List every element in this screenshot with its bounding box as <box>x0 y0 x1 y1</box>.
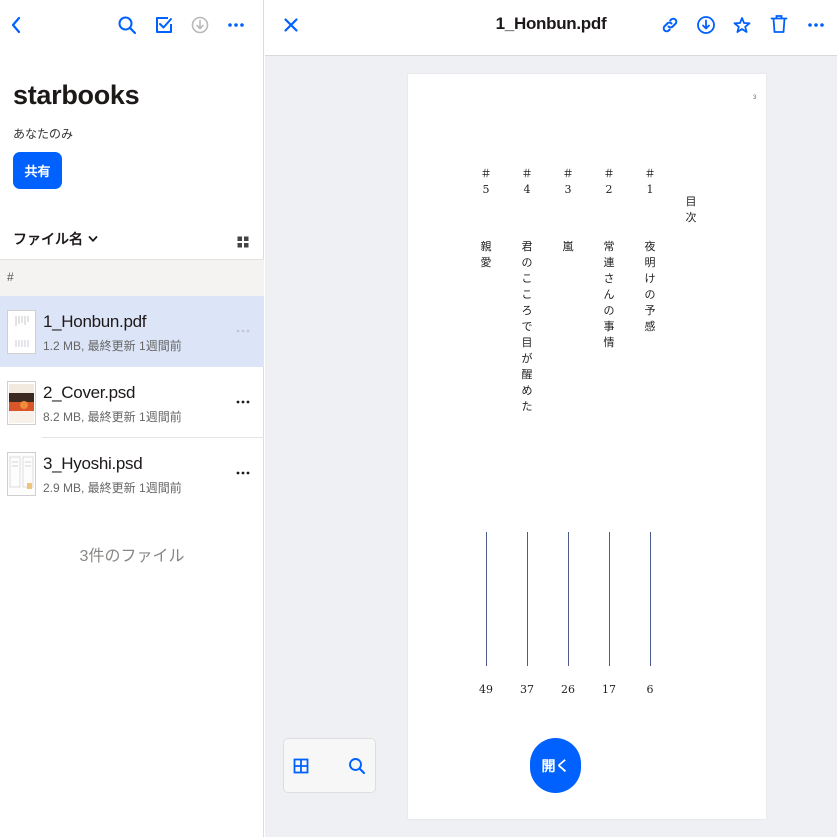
file-name: 1_Honbun.pdf <box>43 312 147 331</box>
toc-title: 嵐 <box>562 240 574 253</box>
toc-page: 37 <box>520 683 534 696</box>
file-meta: 8.2 MB, 最終更新 1週間前 <box>43 410 182 424</box>
sort-by-name-button[interactable]: ファイル名 <box>13 229 98 249</box>
trash-icon <box>770 15 788 33</box>
chevron-down-icon <box>88 236 98 242</box>
toc-mark: ＃5 <box>480 167 492 196</box>
file-row-hyoshi[interactable]: 3_Hyoshi.psd 2.9 MB, 最終更新 1週間前 <box>0 438 264 509</box>
download-button[interactable] <box>187 12 213 38</box>
search-icon <box>349 758 366 775</box>
toc-title: 親愛 <box>480 240 492 269</box>
more-horizontal-icon <box>228 23 244 27</box>
grid-view-icon <box>237 236 249 248</box>
more-horizontal-icon <box>236 400 250 404</box>
download-icon <box>191 16 209 34</box>
psd-thumbnail <box>7 381 36 425</box>
section-header-label: # <box>7 270 14 284</box>
pdf-page: 3 目次 ＃1 夜明けの予感 6 ＃2 常連さんの事情 17 ＃3 嵐 26 ＃… <box>408 74 766 819</box>
grid-view-toggle[interactable] <box>230 229 256 255</box>
more-horizontal-icon <box>808 23 824 27</box>
file-name: 2_Cover.psd <box>43 383 136 402</box>
file-more-button[interactable] <box>232 322 254 340</box>
file-more-button[interactable] <box>232 393 254 411</box>
select-button[interactable] <box>151 12 177 38</box>
chevron-left-icon <box>11 16 21 34</box>
toc-leader-line <box>486 532 487 666</box>
folder-title: starbooks <box>13 80 140 110</box>
open-button[interactable]: 開く <box>530 738 581 793</box>
browser-toolbar <box>0 0 264 52</box>
toc-title: 君のこころで目が醒めた <box>521 240 533 413</box>
copy-link-button[interactable] <box>657 12 683 38</box>
file-row-honbun[interactable]: 1_Honbun.pdf 1.2 MB, 最終更新 1週間前 <box>0 296 264 367</box>
file-list: 1_Honbun.pdf 1.2 MB, 最終更新 1週間前 2_Cover.p… <box>0 296 264 509</box>
viewer-toolbar: 1_Honbun.pdf <box>265 0 837 56</box>
viewer-bottom-tools <box>283 738 376 793</box>
sharing-status: あなたのみ <box>13 127 74 141</box>
close-button[interactable] <box>278 12 304 38</box>
search-icon <box>118 16 137 35</box>
toc-leader-line <box>568 532 569 666</box>
file-meta: 2.9 MB, 最終更新 1週間前 <box>43 481 182 495</box>
toc-mark: ＃2 <box>603 167 615 196</box>
find-in-document-button[interactable] <box>344 753 370 779</box>
file-more-button[interactable] <box>232 464 254 482</box>
file-name: 3_Hyoshi.psd <box>43 454 143 473</box>
toc-mark: ＃3 <box>562 167 574 196</box>
toc-leader-line <box>650 532 651 666</box>
checkbox-select-icon <box>156 17 172 33</box>
file-count: 3件のファイル <box>79 548 185 565</box>
delete-button[interactable] <box>766 11 792 37</box>
file-meta: 1.2 MB, 最終更新 1週間前 <box>43 339 182 353</box>
toc-title: 夜明けの予感 <box>644 240 656 333</box>
pdf-viewer-pane: 1_Honbun.pdf 3 目次 ＃1 夜明けの予感 6 ＃2 常連さんの事情… <box>265 0 837 837</box>
link-icon <box>662 17 678 33</box>
download-icon <box>697 16 715 34</box>
file-row-cover[interactable]: 2_Cover.psd 8.2 MB, 最終更新 1週間前 <box>0 367 264 438</box>
share-button[interactable]: 共有 <box>13 152 62 189</box>
toc-mark: ＃1 <box>644 167 656 196</box>
toc-mark: ＃4 <box>521 167 533 196</box>
page-number: 3 <box>753 95 757 101</box>
toc-page: 6 <box>646 683 654 696</box>
more-horizontal-icon <box>236 329 250 333</box>
star-button[interactable] <box>729 12 755 38</box>
thumbnails-icon <box>293 758 309 774</box>
back-button[interactable] <box>3 12 29 38</box>
pdf-thumbnail <box>7 310 36 354</box>
toc-page: 49 <box>479 683 493 696</box>
more-horizontal-icon <box>236 471 250 475</box>
psd-thumbnail <box>7 452 36 496</box>
download-button[interactable] <box>693 12 719 38</box>
more-button[interactable] <box>223 12 249 38</box>
toc-heading: 目次 <box>685 195 697 224</box>
section-header: # <box>0 259 264 296</box>
close-icon <box>284 18 298 32</box>
search-button[interactable] <box>114 12 140 38</box>
star-icon <box>733 17 751 33</box>
sort-label: ファイル名 <box>13 231 83 247</box>
thumbnails-button[interactable] <box>288 753 314 779</box>
more-button[interactable] <box>803 12 829 38</box>
toc-page: 26 <box>561 683 575 696</box>
toc-leader-line <box>609 532 610 666</box>
file-browser-pane: starbooks あなたのみ 共有 ファイル名 # 1_Honbun.pdf … <box>0 0 264 837</box>
toc-page: 17 <box>602 683 616 696</box>
toc-leader-line <box>527 532 528 666</box>
toc-title: 常連さんの事情 <box>603 240 615 349</box>
